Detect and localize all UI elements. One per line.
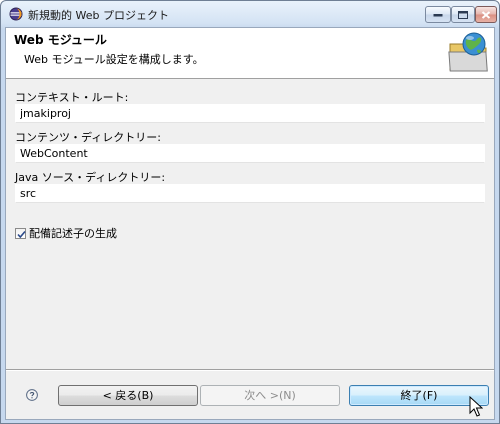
page-description: Web モジュール設定を構成します。 bbox=[24, 53, 204, 66]
dialog-client-area: Web モジュール Web モジュール設定を構成します。 コンテキスト・ルート:… bbox=[5, 27, 495, 420]
next-button[interactable]: 次へ >(N) bbox=[200, 385, 340, 406]
close-button[interactable] bbox=[475, 6, 497, 23]
help-icon[interactable] bbox=[26, 389, 38, 401]
wizard-banner: Web モジュール Web モジュール設定を構成します。 bbox=[6, 28, 494, 79]
java-source-directory-input[interactable] bbox=[15, 184, 485, 203]
minimize-button[interactable] bbox=[425, 6, 451, 23]
content-directory-input[interactable] bbox=[15, 144, 485, 163]
finish-button[interactable]: 終了(F) bbox=[349, 385, 489, 406]
minimize-icon bbox=[433, 13, 443, 16]
context-root-label: コンテキスト・ルート: bbox=[15, 91, 129, 104]
context-root-input[interactable] bbox=[15, 104, 485, 123]
generate-deployment-descriptor-label: 配備記述子の生成 bbox=[29, 227, 117, 240]
content-directory-label: コンテンツ・ディレクトリー: bbox=[15, 131, 161, 144]
generate-deployment-descriptor-checkbox[interactable] bbox=[15, 227, 26, 239]
window-title: 新規動的 Web プロジェクト bbox=[28, 9, 169, 22]
web-module-globe-folder-icon bbox=[448, 32, 488, 72]
maximize-icon bbox=[458, 10, 468, 19]
button-bar-separator bbox=[6, 369, 494, 371]
back-button[interactable]: < 戻る(B) bbox=[58, 385, 198, 406]
dialog-window: 新規動的 Web プロジェクト Web モジュール Web モジュール設定を構成… bbox=[0, 0, 500, 424]
page-title: Web モジュール bbox=[14, 33, 107, 47]
close-icon bbox=[481, 10, 491, 19]
maximize-button[interactable] bbox=[451, 6, 475, 23]
eclipse-icon bbox=[9, 7, 23, 21]
mouse-cursor-icon bbox=[469, 396, 483, 417]
checkmark-icon bbox=[17, 230, 26, 238]
java-source-directory-label: Java ソース・ディレクトリー: bbox=[15, 171, 166, 184]
title-bar[interactable]: 新規動的 Web プロジェクト bbox=[1, 1, 499, 27]
generate-deployment-descriptor-option[interactable]: 配備記述子の生成 bbox=[15, 225, 117, 241]
